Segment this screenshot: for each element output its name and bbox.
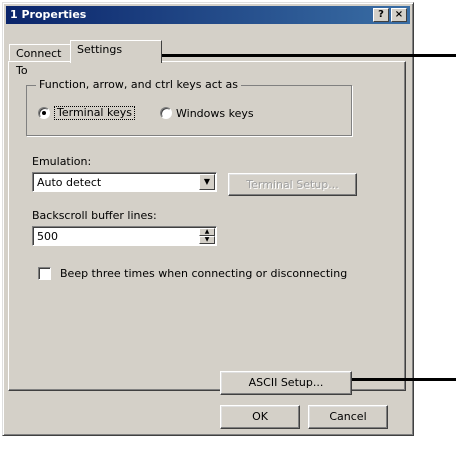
help-button[interactable]: ? [373, 8, 389, 22]
terminal-setup-button[interactable]: Terminal Setup... [228, 173, 357, 196]
emulation-select[interactable]: Auto detect ▼ [32, 172, 217, 192]
backscroll-value: 500 [37, 230, 58, 243]
windows-keys-label[interactable]: Windows keys [176, 107, 254, 120]
emulation-value: Auto detect [37, 176, 102, 189]
close-button[interactable]: × [391, 8, 407, 22]
emulation-label: Emulation: [32, 155, 92, 168]
chevron-down-icon[interactable]: ▼ [199, 174, 215, 190]
ok-button[interactable]: OK [220, 405, 300, 429]
cancel-button[interactable]: Cancel [308, 405, 388, 429]
tab-connect-to[interactable]: Connect To [9, 44, 71, 77]
callout-line-settings [162, 54, 456, 57]
title-bar[interactable]: 1 Properties ? × [6, 6, 410, 24]
spin-up-icon[interactable]: ▲ [199, 228, 215, 236]
spin-down-icon[interactable]: ▼ [199, 236, 215, 244]
ascii-setup-button[interactable]: ASCII Setup... [220, 371, 352, 395]
backscroll-input[interactable]: 500 ▲ ▼ [32, 226, 217, 246]
callout-line-ascii [352, 378, 456, 381]
beep-label[interactable]: Beep three times when connecting or disc… [60, 267, 347, 280]
keys-group-legend: Function, arrow, and ctrl keys act as [36, 78, 242, 91]
terminal-keys-radio[interactable] [38, 107, 50, 119]
backscroll-spinner[interactable]: ▲ ▼ [199, 228, 215, 244]
windows-keys-radio[interactable] [160, 107, 172, 119]
backscroll-label: Backscroll buffer lines: [32, 209, 157, 222]
tab-settings[interactable]: Settings [70, 40, 162, 63]
beep-checkbox[interactable] [38, 267, 51, 280]
terminal-keys-label[interactable]: Terminal keys [54, 106, 135, 120]
window-title: 1 Properties [10, 8, 87, 21]
